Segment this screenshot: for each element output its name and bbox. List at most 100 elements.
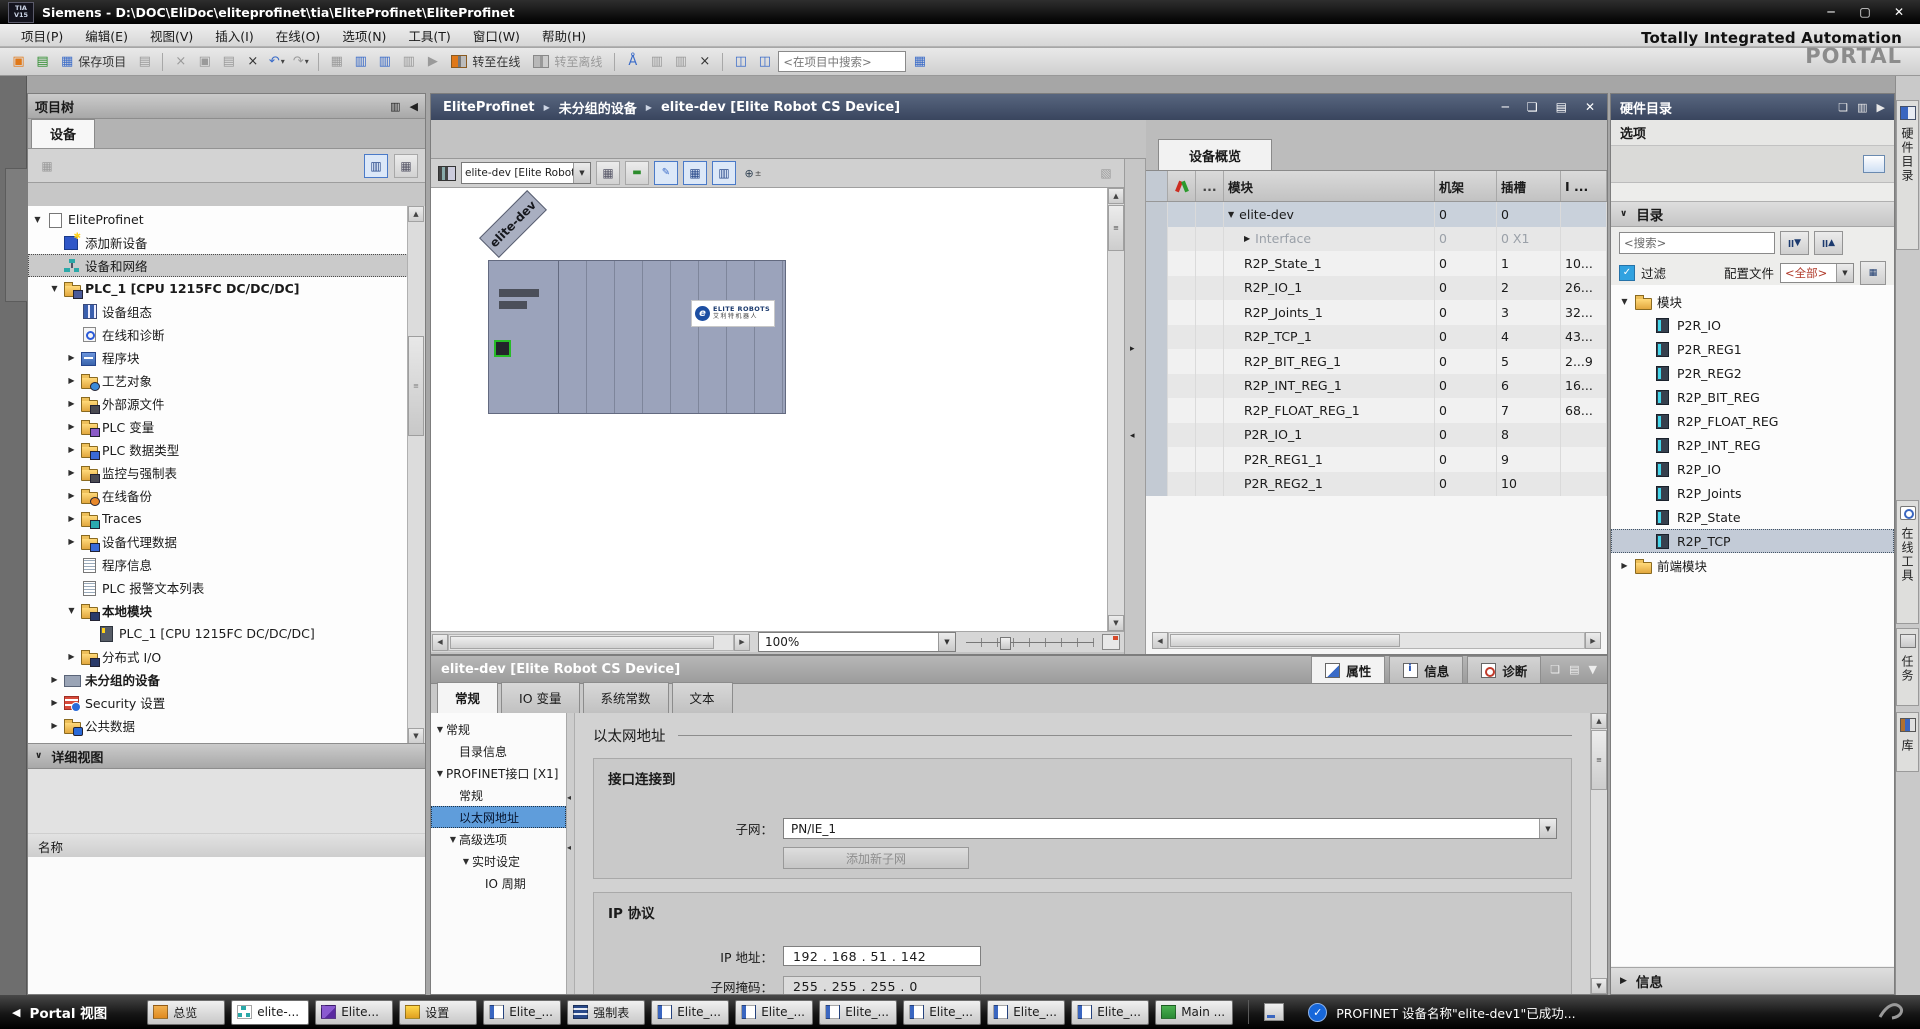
accessible-devices-icon[interactable]: Å bbox=[622, 51, 643, 72]
tile-editor-icon[interactable]: ▤ bbox=[1556, 100, 1567, 114]
scroll-thumb[interactable]: ≡ bbox=[408, 336, 424, 436]
property-nav-item[interactable]: IO 周期 bbox=[431, 872, 566, 894]
row-selector[interactable] bbox=[1146, 472, 1168, 497]
task-card-tab-catalog[interactable]: 硬件目录 bbox=[1896, 100, 1919, 250]
menu-item[interactable]: 窗口(W) bbox=[462, 23, 531, 48]
catalog-item[interactable]: P2R_IO bbox=[1611, 313, 1894, 337]
expand-arrow-icon[interactable]: ▶ bbox=[66, 422, 77, 431]
chevron-down-icon[interactable]: ∨ bbox=[35, 751, 42, 761]
device-selector[interactable]: elite-dev [Elite Robot CS Devic ▼ bbox=[461, 162, 591, 184]
taskbar-button[interactable]: Main ... bbox=[1155, 1000, 1233, 1025]
device-overview-row[interactable]: P2R_IO_108 bbox=[1146, 423, 1607, 448]
breadcrumb-item[interactable]: elite-dev [Elite Robot CS Device] bbox=[661, 100, 900, 115]
save-project-button[interactable]: ▦保存项目 bbox=[56, 51, 131, 72]
tile-panel-icon[interactable]: ▥ bbox=[1857, 101, 1867, 114]
scroll-up-icon[interactable]: ▲ bbox=[408, 206, 424, 222]
expand-arrow-icon[interactable]: ▼ bbox=[1619, 297, 1630, 306]
edit-mode-icon[interactable]: ✎ bbox=[654, 161, 678, 185]
project-tree-scrollbar[interactable]: ▲ ≡ ▼ bbox=[407, 206, 425, 744]
tree-item[interactable]: ▶Security 设置 bbox=[28, 691, 408, 714]
go-offline-button[interactable]: 转至离线 bbox=[528, 51, 607, 72]
scroll-down-icon[interactable]: ▼ bbox=[1591, 978, 1607, 994]
scroll-down-icon[interactable]: ▼ bbox=[408, 728, 424, 744]
task-card-tab-online-tools[interactable]: 在线工具 bbox=[1896, 500, 1919, 624]
window-mode-icon[interactable] bbox=[1863, 155, 1885, 173]
maximize-window-icon[interactable]: ▢ bbox=[1852, 5, 1878, 19]
float-panel-icon[interactable]: ▥ bbox=[390, 100, 400, 113]
catalog-item[interactable]: R2P_IO bbox=[1611, 457, 1894, 481]
property-tab[interactable]: 文本 bbox=[672, 682, 733, 713]
redo-icon[interactable]: ↷▾ bbox=[290, 51, 311, 72]
expand-arrow-icon[interactable]: ▼ bbox=[447, 835, 459, 844]
expand-arrow-icon[interactable]: ▶ bbox=[66, 537, 77, 546]
column-header[interactable]: 机架 bbox=[1435, 171, 1497, 201]
expand-arrow-icon[interactable]: ▶ bbox=[1244, 234, 1250, 243]
task-card-tab-libraries[interactable]: 库 bbox=[1896, 712, 1919, 772]
filter-checkbox[interactable]: ✓ bbox=[1619, 265, 1635, 281]
tree-item[interactable]: ▶在线备份 bbox=[28, 484, 408, 507]
expand-arrow-icon[interactable]: ▶ bbox=[66, 652, 77, 661]
device-overview-row[interactable]: R2P_State_10110... bbox=[1146, 251, 1607, 276]
catalog-item[interactable]: R2P_BIT_REG bbox=[1611, 385, 1894, 409]
tree-item[interactable]: 设备和网络 bbox=[28, 254, 408, 277]
canvas-horizontal-scrollbar[interactable] bbox=[448, 634, 734, 651]
expand-arrow-icon[interactable]: ▶ bbox=[66, 445, 77, 454]
expand-arrow-icon[interactable]: ▶ bbox=[49, 721, 60, 730]
tree-item[interactable]: 添加新设备 bbox=[28, 231, 408, 254]
zoom-level-select[interactable]: 100% ▼ bbox=[758, 632, 956, 652]
canvas-vertical-scrollbar[interactable]: ▲ ≡ ▼ bbox=[1107, 188, 1124, 631]
device-overview-row[interactable]: P2R_REG2_1010 bbox=[1146, 472, 1607, 497]
expand-arrow-icon[interactable]: ▶ bbox=[66, 491, 77, 500]
ip-address-field[interactable]: 192 . 168 . 51 . 142 bbox=[783, 946, 981, 966]
zoom-slider-knob[interactable] bbox=[1000, 637, 1011, 650]
inspector-tab[interactable]: 诊断 bbox=[1467, 656, 1541, 683]
expand-arrow-icon[interactable]: ▶ bbox=[66, 514, 77, 523]
portal-view-button[interactable]: ◀ Portal 视图 bbox=[12, 1002, 107, 1022]
expand-arrow-icon[interactable]: ▶ bbox=[66, 399, 77, 408]
scroll-up-icon[interactable]: ▲ bbox=[1591, 713, 1607, 729]
row-selector[interactable] bbox=[1146, 447, 1168, 472]
expand-arrow-icon[interactable]: ▼ bbox=[434, 769, 446, 778]
tree-item[interactable]: ▶外部源文件 bbox=[28, 392, 408, 415]
catalog-item[interactable]: ▶前端模块 bbox=[1611, 553, 1894, 577]
tree-item[interactable]: ▶工艺对象 bbox=[28, 369, 408, 392]
search-up-icon[interactable]: ꞁꞁ▲ bbox=[1814, 231, 1843, 255]
cross-reference-icon[interactable]: × bbox=[694, 51, 715, 72]
tree-item[interactable]: ▶设备代理数据 bbox=[28, 530, 408, 553]
property-scrollbar[interactable]: ▲ ≡ ▼ bbox=[1590, 713, 1607, 994]
tree-item[interactable]: ▶PLC 数据类型 bbox=[28, 438, 408, 461]
catalog-item[interactable]: P2R_REG1 bbox=[1611, 337, 1894, 361]
tree-item[interactable]: ▶PLC 变量 bbox=[28, 415, 408, 438]
close-editor-icon[interactable]: ✕ bbox=[1585, 100, 1595, 114]
device-graphic[interactable]: e ELITE ROBOTS 艾利特机器人 bbox=[488, 260, 786, 414]
menu-item[interactable]: 选项(N) bbox=[331, 23, 397, 48]
menu-item[interactable]: 插入(I) bbox=[204, 23, 264, 48]
split-editor-horizontal-icon[interactable]: ◫ bbox=[730, 51, 751, 72]
undo-icon[interactable]: ↶▾ bbox=[266, 51, 287, 72]
row-selector[interactable] bbox=[1146, 349, 1168, 374]
row-selector[interactable] bbox=[1146, 325, 1168, 350]
tree-item[interactable]: ▼EliteProfinet bbox=[28, 208, 408, 231]
expand-arrow-icon[interactable]: ▶ bbox=[49, 698, 60, 707]
property-nav-item[interactable]: 常规 bbox=[431, 784, 566, 806]
stop-cpu-icon[interactable]: ▶ bbox=[422, 51, 443, 72]
upload-from-device-icon[interactable]: ▥ bbox=[374, 51, 395, 72]
catalog-search-input[interactable] bbox=[1619, 232, 1775, 254]
tree-item[interactable]: ▶公共数据 bbox=[28, 714, 408, 737]
minimize-window-icon[interactable]: ─ bbox=[1818, 5, 1844, 19]
float-panel-icon[interactable]: ❏ bbox=[1838, 101, 1848, 114]
show-rail-icon[interactable]: ▬ bbox=[625, 161, 649, 185]
property-tab[interactable]: IO 变量 bbox=[501, 682, 580, 713]
catalog-item[interactable]: R2P_INT_REG bbox=[1611, 433, 1894, 457]
expand-arrow-icon[interactable]: ▼ bbox=[434, 725, 446, 734]
tree-item[interactable]: ▶分布式 I/O bbox=[28, 645, 408, 668]
device-overview-row[interactable]: P2R_REG1_109 bbox=[1146, 447, 1607, 472]
taskbar-button[interactable]: Elite_... bbox=[735, 1000, 813, 1025]
catalog-settings-icon[interactable]: ▦ bbox=[1860, 261, 1886, 285]
download-to-device-icon[interactable]: ▥ bbox=[350, 51, 371, 72]
menu-item[interactable]: 编辑(E) bbox=[74, 23, 139, 48]
chevron-down-icon[interactable]: ▼ bbox=[573, 163, 590, 183]
expand-arrow-icon[interactable]: ▼ bbox=[49, 284, 60, 293]
taskbar-button[interactable]: Elite_... bbox=[819, 1000, 897, 1025]
print-icon[interactable]: ▤ bbox=[134, 51, 155, 72]
